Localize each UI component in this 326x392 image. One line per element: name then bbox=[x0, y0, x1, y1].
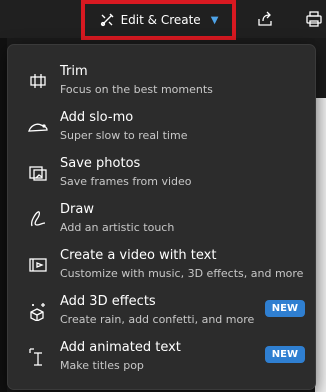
menu-item-desc: Super slow to real time bbox=[60, 129, 188, 142]
animated-text-icon bbox=[27, 346, 49, 368]
menu-item-title: Add animated text bbox=[60, 340, 181, 355]
edit-create-button[interactable]: Edit & Create ▼ bbox=[81, 0, 236, 40]
menu-item-title: Draw bbox=[60, 202, 94, 217]
menu-item-desc: Add an artistic touch bbox=[60, 221, 175, 234]
menu-item-title: Create a video with text bbox=[60, 248, 217, 263]
menu-item-title: Add 3D effects bbox=[60, 294, 156, 309]
menu-item-desc: Save frames from video bbox=[60, 175, 192, 188]
menu-item-save-photos[interactable]: Save photos Save frames from video bbox=[8, 149, 315, 195]
chevron-down-icon: ▼ bbox=[210, 14, 219, 26]
draw-icon bbox=[27, 208, 49, 230]
3d-effects-icon bbox=[27, 300, 49, 322]
video-text-icon bbox=[27, 254, 49, 276]
edit-create-menu: Trim Focus on the best moments Add slo-m… bbox=[7, 44, 316, 390]
menu-item-trim[interactable]: Trim Focus on the best moments bbox=[8, 57, 315, 103]
new-badge: NEW bbox=[264, 300, 305, 317]
slo-mo-icon bbox=[27, 116, 49, 138]
menu-item-animated-text[interactable]: Add animated text Make titles pop NEW bbox=[8, 333, 315, 379]
menu-item-desc: Focus on the best moments bbox=[60, 83, 213, 96]
menu-item-draw[interactable]: Draw Add an artistic touch bbox=[8, 195, 315, 241]
edit-create-icon bbox=[99, 12, 115, 28]
menu-item-title: Save photos bbox=[60, 156, 141, 171]
menu-item-title: Trim bbox=[60, 64, 88, 79]
share-icon[interactable] bbox=[255, 9, 275, 29]
menu-item-slo-mo[interactable]: Add slo-mo Super slow to real time bbox=[8, 103, 315, 149]
edit-create-label: Edit & Create bbox=[120, 13, 201, 27]
menu-item-3d-effects[interactable]: Add 3D effects Create rain, add confetti… bbox=[8, 287, 315, 333]
menu-item-desc: Customize with music, 3D effects, and mo… bbox=[60, 267, 304, 280]
background-right-light bbox=[315, 98, 326, 392]
trim-icon bbox=[27, 70, 49, 92]
background-right-dark bbox=[315, 38, 326, 98]
menu-item-title: Add slo-mo bbox=[60, 110, 134, 125]
menu-item-desc: Create rain, add confetti, and more bbox=[60, 313, 255, 326]
print-icon[interactable] bbox=[304, 9, 324, 29]
menu-item-video-text[interactable]: Create a video with text Customize with … bbox=[8, 241, 315, 287]
new-badge: NEW bbox=[264, 346, 305, 363]
save-photos-icon bbox=[27, 162, 49, 184]
background-left bbox=[0, 38, 7, 392]
menu-item-desc: Make titles pop bbox=[60, 359, 144, 372]
